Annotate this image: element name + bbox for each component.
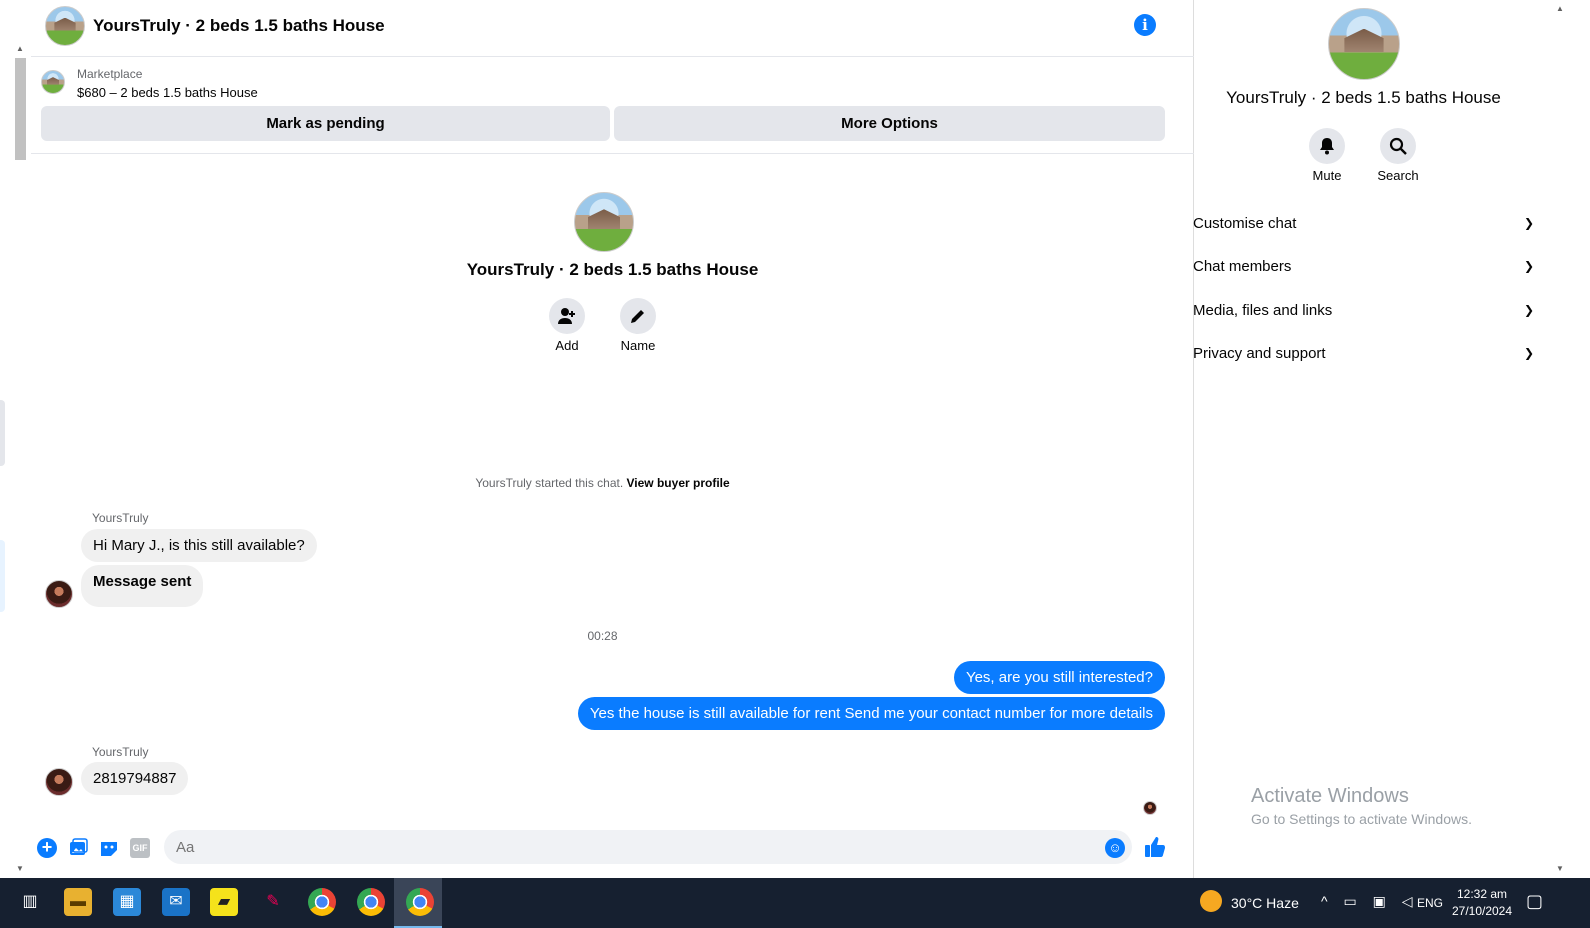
system-tray-icons[interactable]: ^ ▭ ▣ ◁ xyxy=(1321,893,1418,910)
taskbar-clock[interactable]: 12:32 am 27/10/2024 xyxy=(1450,886,1514,920)
chevron-down-icon: ❯ xyxy=(1523,216,1534,230)
mail-icon[interactable]: ✉ xyxy=(162,888,190,916)
messenger-window: ▲ ▼ YoursTruly · 2 beds 1.5 baths House … xyxy=(0,0,1590,890)
chevron-down-icon: ❯ xyxy=(1523,259,1534,273)
scroll-up-arrow-icon[interactable]: ▲ xyxy=(1556,4,1564,13)
section-privacy-support[interactable]: Privacy and support ❯ xyxy=(1193,332,1538,375)
clock-time: 12:32 am xyxy=(1456,887,1508,901)
weather-haze-icon[interactable] xyxy=(1200,890,1222,912)
image-icon[interactable] xyxy=(68,838,88,858)
chat-title[interactable]: YoursTruly · 2 beds 1.5 baths House xyxy=(93,16,385,36)
incoming-message[interactable]: Hi Mary J., is this still available? xyxy=(81,529,317,562)
file-explorer-icon[interactable]: ▬ xyxy=(64,888,92,916)
scroll-down-arrow-icon[interactable]: ▼ xyxy=(1556,864,1564,873)
listing-kicker: Marketplace xyxy=(77,67,143,81)
active-taskbar-item[interactable] xyxy=(394,878,442,928)
left-panel-edge xyxy=(0,400,5,466)
outgoing-message[interactable]: Yes the house is still available for ren… xyxy=(577,697,1165,730)
chat-started-notice: YoursTruly started this chat. View buyer… xyxy=(31,476,1174,490)
windows-taskbar: ▥ ▬ ▦ ✉ ▰ ✎ 30°C Haze ^ ▭ ▣ ◁ ENG 12:32 … xyxy=(0,878,1590,928)
message-sender: YoursTruly xyxy=(92,511,149,525)
page-scrollbar[interactable]: ▲ ▼ xyxy=(1552,0,1570,890)
plus-icon[interactable]: + xyxy=(37,838,57,858)
notification-icon[interactable]: ▢ xyxy=(1526,891,1543,912)
emoji-icon[interactable]: ☺ xyxy=(1105,838,1125,858)
sidebar-avatar[interactable] xyxy=(1328,8,1400,80)
outgoing-message[interactable]: Yes, are you still interested? xyxy=(953,661,1165,694)
chevron-down-icon: ❯ xyxy=(1523,346,1534,360)
add-label: Add xyxy=(555,338,579,353)
message-sender: YoursTruly xyxy=(92,745,149,759)
section-chat-members[interactable]: Chat members ❯ xyxy=(1193,245,1538,288)
sender-avatar[interactable] xyxy=(45,768,73,796)
section-label: Privacy and support xyxy=(1193,345,1326,362)
message-timestamp: 00:28 xyxy=(587,629,618,643)
sticker-icon[interactable] xyxy=(99,838,119,858)
section-customise-chat[interactable]: Customise chat ❯ xyxy=(1193,202,1538,245)
incoming-message[interactable]: Message sent xyxy=(81,565,204,607)
bell-icon[interactable] xyxy=(1309,128,1345,164)
mute-label: Mute xyxy=(1312,168,1342,183)
chat-panel: YoursTruly · 2 beds 1.5 baths House i Ma… xyxy=(31,0,1194,890)
mark-as-pending-button[interactable]: Mark as pending xyxy=(41,106,610,141)
chrome-profile-icon[interactable] xyxy=(308,888,336,916)
intro-avatar xyxy=(574,192,634,252)
seen-indicator-avatar xyxy=(1143,801,1157,815)
task-view-icon[interactable]: ▥ xyxy=(16,888,44,916)
chevron-down-icon: ❯ xyxy=(1523,303,1534,317)
message-composer: + GIF ☺ xyxy=(31,828,1194,868)
more-options-button[interactable]: More Options xyxy=(614,106,1165,141)
info-icon[interactable]: i xyxy=(1134,14,1156,36)
store-icon[interactable]: ▦ xyxy=(113,888,141,916)
pencil-icon[interactable] xyxy=(620,298,656,334)
clock-date: 27/10/2024 xyxy=(1451,904,1513,918)
incoming-message[interactable]: 2819794887 xyxy=(81,762,189,795)
intro-title: YoursTruly · 2 beds 1.5 baths House xyxy=(466,260,759,279)
section-label: Chat members xyxy=(1193,258,1292,275)
message-input[interactable] xyxy=(164,830,1132,864)
gif-icon[interactable]: GIF xyxy=(130,838,150,858)
language-indicator[interactable]: ENG xyxy=(1417,896,1443,910)
started-text: YoursTruly started this chat. xyxy=(475,476,624,490)
name-label: Name xyxy=(620,338,656,353)
paint-icon[interactable]: ✎ xyxy=(259,888,287,916)
chat-details-sidebar: YoursTruly · 2 beds 1.5 baths House Mute… xyxy=(1193,0,1552,890)
chat-header: YoursTruly · 2 beds 1.5 baths House i xyxy=(31,0,1194,57)
scrollbar-thumb[interactable] xyxy=(15,58,26,160)
add-person-icon[interactable] xyxy=(549,298,585,334)
view-buyer-profile-link[interactable]: View buyer profile xyxy=(627,476,730,490)
weather-text[interactable]: 30°C Haze xyxy=(1231,895,1299,911)
listing-thumbnail[interactable] xyxy=(41,70,65,94)
chrome-icon[interactable] xyxy=(406,888,434,916)
chat-avatar[interactable] xyxy=(45,6,85,46)
thumbs-up-icon[interactable] xyxy=(1144,836,1166,864)
chat-scrollbar[interactable]: ▲ ▼ xyxy=(12,40,30,890)
search-label: Search xyxy=(1377,168,1419,183)
sidebar-title: YoursTruly · 2 beds 1.5 baths House xyxy=(1226,88,1501,107)
sender-avatar[interactable] xyxy=(45,580,73,608)
listing-price-title[interactable]: $680 – 2 beds 1.5 baths House xyxy=(77,85,258,100)
left-panel-edge-active xyxy=(0,540,5,612)
search-icon[interactable] xyxy=(1380,128,1416,164)
section-media-files-links[interactable]: Media, files and links ❯ xyxy=(1193,289,1538,332)
section-label: Customise chat xyxy=(1193,215,1297,232)
listing-bar: Marketplace $680 – 2 beds 1.5 baths Hous… xyxy=(31,58,1194,154)
activate-windows-watermark: Activate Windows Go to Settings to activ… xyxy=(1251,785,1472,827)
sticky-notes-icon[interactable]: ▰ xyxy=(210,888,238,916)
chrome-profile-icon[interactable] xyxy=(357,888,385,916)
watermark-subtitle: Go to Settings to activate Windows. xyxy=(1251,811,1472,827)
watermark-title: Activate Windows xyxy=(1251,785,1409,807)
section-label: Media, files and links xyxy=(1193,302,1333,319)
scroll-down-arrow-icon[interactable]: ▼ xyxy=(16,864,24,873)
scroll-up-arrow-icon[interactable]: ▲ xyxy=(16,44,24,53)
